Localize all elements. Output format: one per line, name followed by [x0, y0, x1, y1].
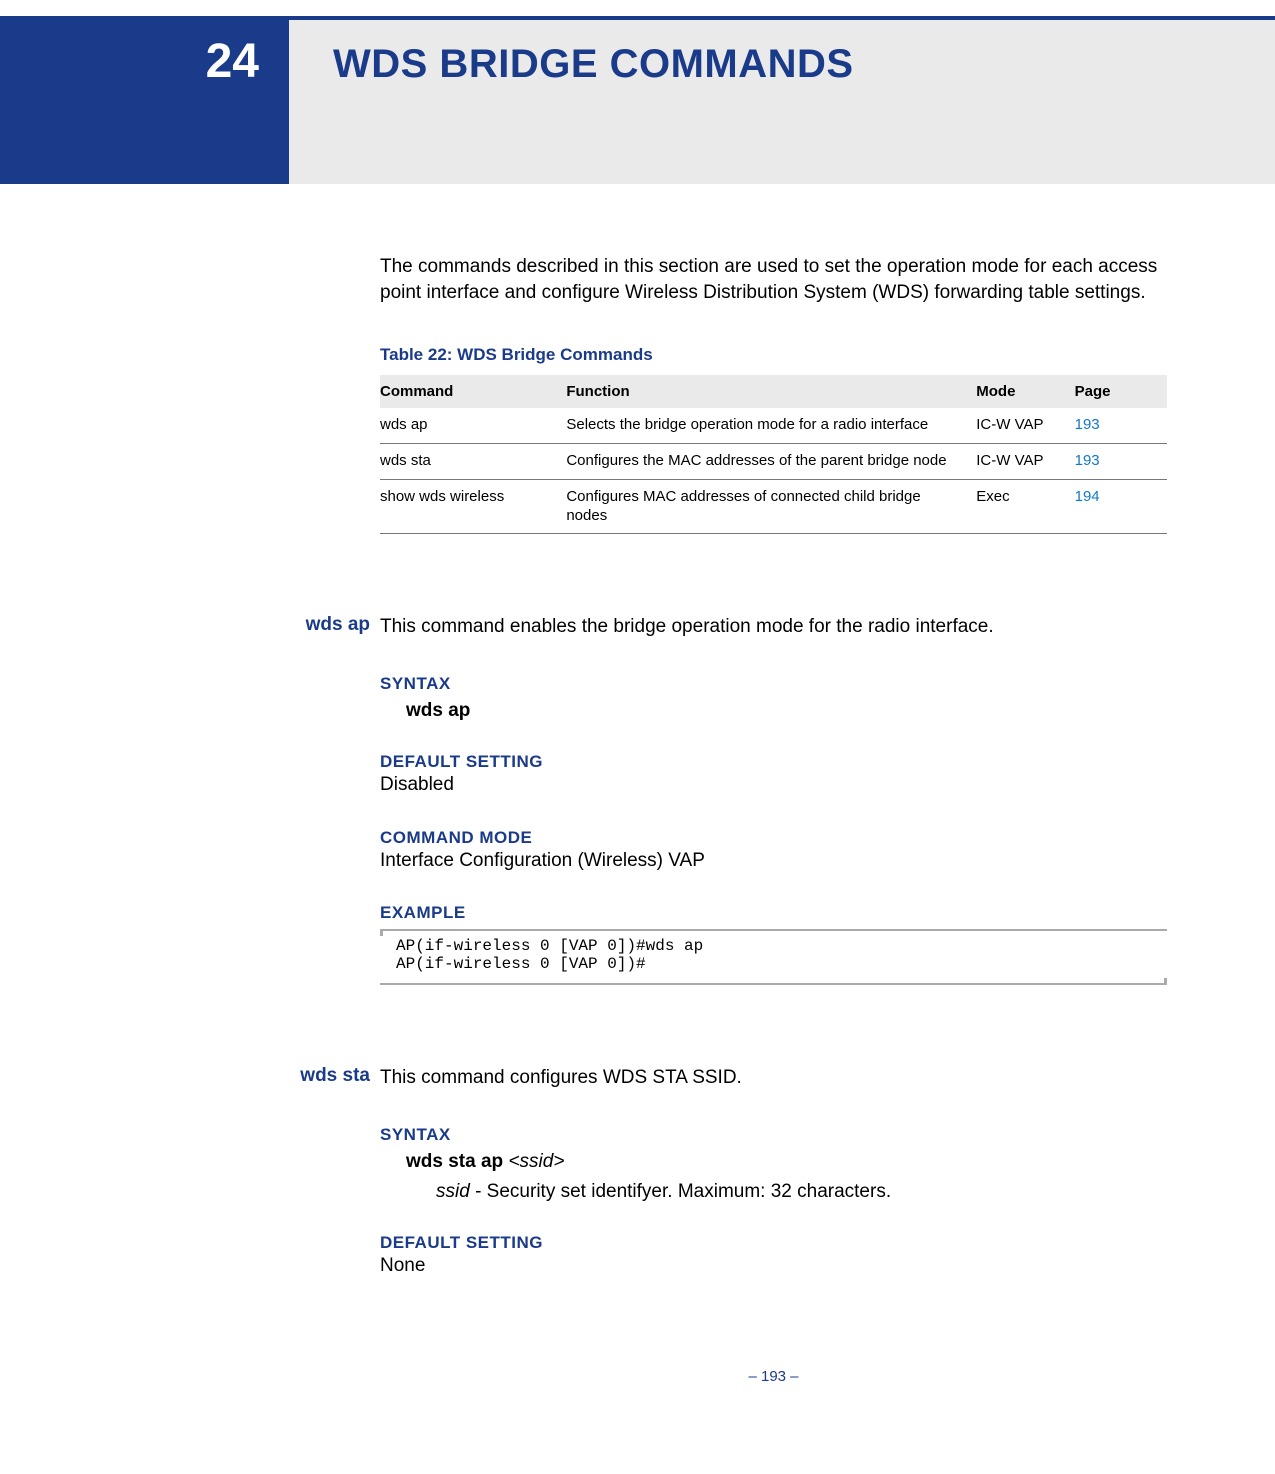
chapter-header: 24 WDS BRIDGE COMMANDS [0, 20, 1275, 184]
syntax-keyword: wds sta ap [406, 1151, 503, 1172]
chapter-title: WDS BRIDGE COMMANDS [333, 42, 854, 87]
table-row: show wds wireless Configures MAC address… [380, 479, 1167, 534]
default-setting-value: None [380, 1253, 1167, 1279]
cell-function: Configures the MAC addresses of the pare… [560, 444, 970, 480]
cell-function: Configures MAC addresses of connected ch… [560, 479, 970, 534]
table-row: wds sta Configures the MAC addresses of … [380, 444, 1167, 480]
command-name-label: wds ap [260, 614, 370, 636]
cell-command: wds ap [380, 408, 560, 443]
syntax-line: wds sta ap <ssid> [406, 1151, 1167, 1173]
default-setting-heading: DEFAULT SETTING [380, 1233, 1167, 1253]
command-description: This command configures WDS STA SSID. [380, 1065, 1167, 1091]
command-name-label: wds sta [260, 1065, 370, 1087]
commands-table: Command Function Mode Page wds ap Select… [380, 375, 1167, 534]
command-section-wds-ap: wds ap This command enables the bridge o… [380, 614, 1167, 985]
cell-mode: Exec [970, 479, 1068, 534]
chapter-title-box: WDS BRIDGE COMMANDS [289, 20, 1275, 184]
page-link[interactable]: 193 [1075, 416, 1100, 433]
page-footer: – 193 – [380, 1368, 1167, 1385]
cell-function: Selects the bridge operation mode for a … [560, 408, 970, 443]
syntax-arg: <ssid> [508, 1151, 564, 1172]
table-header-row: Command Function Mode Page [380, 375, 1167, 408]
syntax-param: ssid - Security set identifyer. Maximum:… [436, 1181, 1167, 1203]
th-mode: Mode [970, 375, 1068, 408]
command-mode-value: Interface Configuration (Wireless) VAP [380, 848, 1167, 874]
cell-command: wds sta [380, 444, 560, 480]
cell-command: show wds wireless [380, 479, 560, 534]
param-name: ssid [436, 1181, 470, 1202]
chapter-number: 24 [0, 20, 289, 184]
cell-page: 193 [1069, 408, 1167, 443]
default-setting-value: Disabled [380, 772, 1167, 798]
cell-mode: IC-W VAP [970, 444, 1068, 480]
cell-page: 193 [1069, 444, 1167, 480]
syntax-heading: SYNTAX [380, 674, 1167, 694]
param-desc: - Security set identifyer. Maximum: 32 c… [470, 1181, 891, 1202]
th-command: Command [380, 375, 560, 408]
syntax-heading: SYNTAX [380, 1125, 1167, 1145]
syntax-keyword: wds ap [406, 700, 470, 721]
page-link[interactable]: 194 [1075, 488, 1100, 505]
command-description: This command enables the bridge operatio… [380, 614, 1167, 640]
table-row: wds ap Selects the bridge operation mode… [380, 408, 1167, 443]
page-link[interactable]: 193 [1075, 452, 1100, 469]
cell-page: 194 [1069, 479, 1167, 534]
intro-paragraph: The commands described in this section a… [380, 254, 1167, 305]
example-code: AP(if-wireless 0 [VAP 0])#wds ap AP(if-w… [380, 929, 1167, 985]
command-mode-heading: COMMAND MODE [380, 828, 1167, 848]
default-setting-heading: DEFAULT SETTING [380, 752, 1167, 772]
cell-mode: IC-W VAP [970, 408, 1068, 443]
th-page: Page [1069, 375, 1167, 408]
th-function: Function [560, 375, 970, 408]
example-heading: EXAMPLE [380, 903, 1167, 923]
command-section-wds-sta: wds sta This command configures WDS STA … [380, 1065, 1167, 1278]
table-caption: Table 22: WDS Bridge Commands [380, 345, 1167, 365]
syntax-line: wds ap [406, 700, 1167, 722]
